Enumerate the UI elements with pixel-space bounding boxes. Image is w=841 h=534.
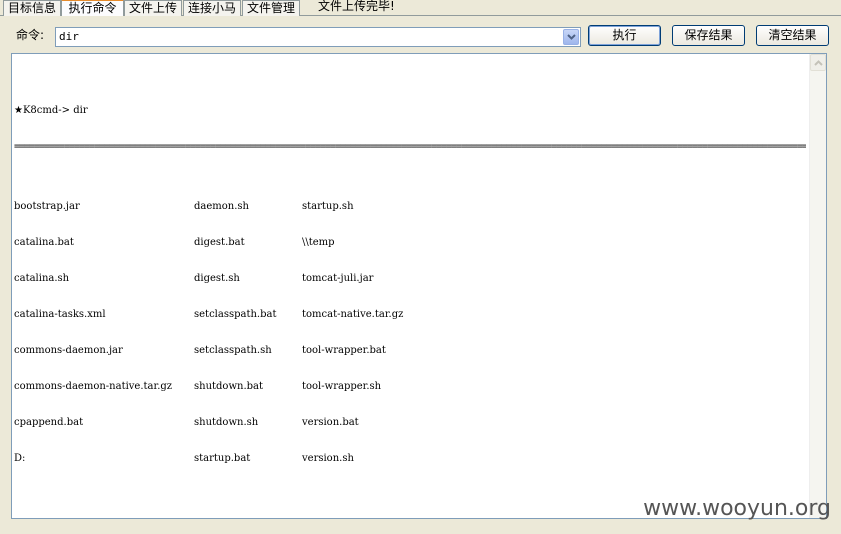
list-item: catalina.bat xyxy=(14,237,74,248)
file-column-2: daemon.sh digest.bat digest.sh setclassp… xyxy=(194,177,276,489)
list-item: digest.bat xyxy=(194,237,245,248)
command-combobox[interactable]: dir xyxy=(55,27,581,47)
watermark: www.wooyun.org xyxy=(643,496,831,521)
tab-label: 文件上传 xyxy=(128,1,177,15)
scroll-up-button[interactable] xyxy=(810,54,826,71)
list-item: version.sh xyxy=(302,453,354,464)
list-item: version.bat xyxy=(302,417,359,428)
tab-bar: 目标信息 执行命令 文件上传 连接小马 文件管理 xyxy=(0,0,841,16)
save-results-button[interactable]: 保存结果 xyxy=(672,25,745,46)
file-listing: bootstrap.jar catalina.bat catalina.sh c… xyxy=(14,177,809,464)
list-item: \\temp xyxy=(302,237,335,248)
list-item: D: xyxy=(14,453,26,464)
tab-label: 目标信息 xyxy=(7,1,56,15)
list-item: startup.sh xyxy=(302,201,354,212)
list-item: cpappend.bat xyxy=(14,417,84,428)
list-item: startup.bat xyxy=(194,453,251,464)
command-label: 命令: xyxy=(16,28,45,42)
list-item: tomcat-juli.jar xyxy=(302,273,374,284)
file-column-1: bootstrap.jar catalina.bat catalina.sh c… xyxy=(14,177,172,489)
tab-label: 文件管理 xyxy=(246,1,295,15)
tab-file-upload[interactable]: 文件上传 xyxy=(124,0,182,16)
list-item: shutdown.sh xyxy=(194,417,259,428)
chevron-down-icon xyxy=(566,34,576,40)
tab-connect-webshell[interactable]: 连接小马 xyxy=(183,0,241,16)
list-item: bootstrap.jar xyxy=(14,201,80,212)
list-item: tool-wrapper.sh xyxy=(302,381,382,392)
list-item: daemon.sh xyxy=(194,201,249,212)
status-message: 文件上传完毕! xyxy=(318,0,395,13)
list-item: setclasspath.sh xyxy=(194,345,272,356)
list-item: commons-daemon.jar xyxy=(14,345,123,356)
tab-execute-command[interactable]: 执行命令 xyxy=(61,0,124,16)
list-item: tool-wrapper.bat xyxy=(302,345,386,356)
list-item: shutdown.bat xyxy=(194,381,264,392)
output-textarea[interactable]: ★K8cmd-> dir ===========================… xyxy=(11,53,827,519)
list-item: digest.sh xyxy=(194,273,240,284)
clear-results-button[interactable]: 清空结果 xyxy=(756,25,829,46)
output-content: ★K8cmd-> dir ===========================… xyxy=(14,81,809,464)
separator-line: ========================================… xyxy=(14,141,806,152)
tab-label: 执行命令 xyxy=(68,1,117,15)
chevron-up-icon xyxy=(813,59,823,66)
list-item: commons-daemon-native.tar.gz xyxy=(14,381,173,392)
execute-button[interactable]: 执行 xyxy=(588,25,661,46)
list-item: catalina-tasks.xml xyxy=(14,309,106,320)
dropdown-button[interactable] xyxy=(563,29,579,45)
command-input-value[interactable]: dir xyxy=(59,29,79,45)
prompt-line: ★K8cmd-> dir xyxy=(14,105,88,116)
tab-label: 连接小马 xyxy=(187,1,236,15)
vertical-scrollbar[interactable] xyxy=(809,54,826,518)
list-item: tomcat-native.tar.gz xyxy=(302,309,404,320)
tab-file-manager[interactable]: 文件管理 xyxy=(242,0,300,16)
file-column-3: startup.sh \\temp tomcat-juli.jar tomcat… xyxy=(302,177,403,489)
tab-target-info[interactable]: 目标信息 xyxy=(3,0,61,16)
list-item: setclasspath.bat xyxy=(194,309,277,320)
list-item: catalina.sh xyxy=(14,273,70,284)
